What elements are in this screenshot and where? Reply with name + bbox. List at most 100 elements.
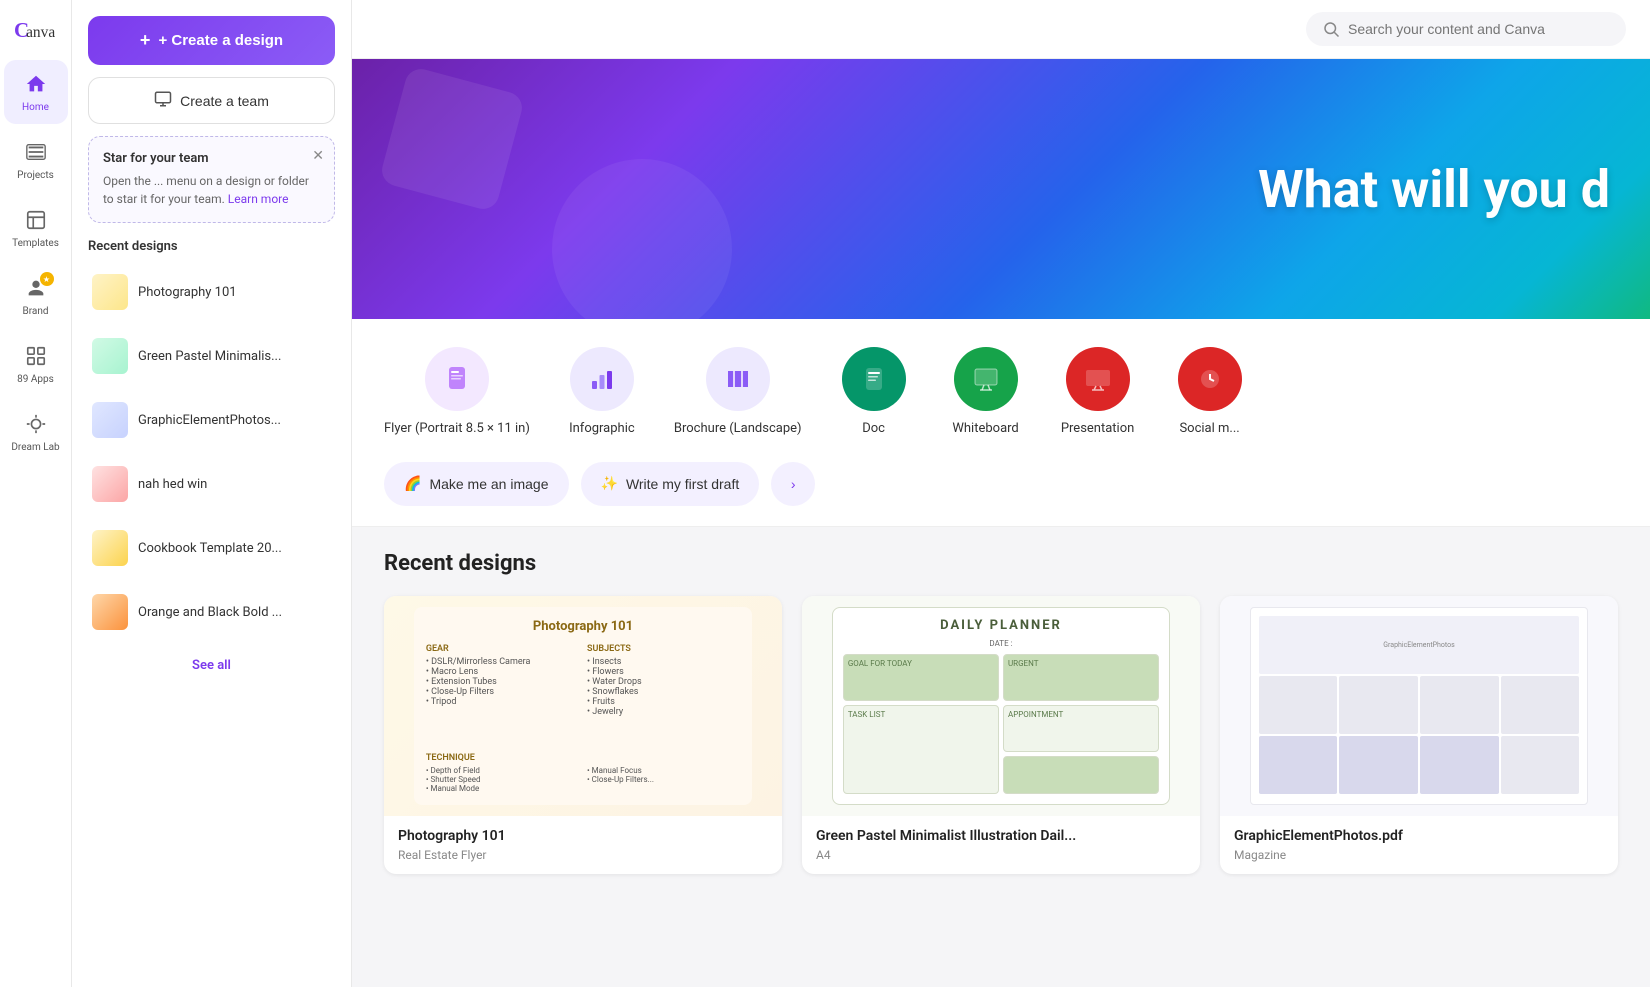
top-bar [352, 0, 1650, 59]
design-type-doc[interactable]: Doc [834, 347, 914, 438]
star-card-text: Open the ... menu on a design or folder … [103, 172, 320, 208]
ai-buttons-row: 🌈 Make me an image ✨ Write my first draf… [352, 454, 1650, 526]
design-card[interactable]: Photography 101 GEAR • DSLR/Mirrorless C… [384, 596, 782, 874]
create-team-button[interactable]: Create a team [88, 77, 335, 124]
social-label: Social m... [1179, 421, 1239, 438]
design-type-infographic[interactable]: Infographic [562, 347, 642, 438]
design-card[interactable]: GraphicElementPhotos [1220, 596, 1618, 874]
sidebar-item-brand-label: Brand [22, 306, 48, 318]
see-all-button[interactable]: See all [88, 650, 335, 681]
search-icon [1322, 20, 1340, 38]
panel-recent-name: Cookbook Template 20... [138, 541, 282, 556]
panel-recent-item[interactable]: Photography 101 [88, 266, 335, 318]
card-thumbnail: DAILY PLANNER DATE : GOAL FOR TODAY URGE… [802, 596, 1200, 816]
hero-banner: What will you d [352, 59, 1650, 319]
design-types-row: Flyer (Portrait 8.5 × 11 in) Infographic… [352, 319, 1650, 454]
sidebar-item-dreamlab[interactable]: Dream Lab [4, 400, 68, 464]
projects-icon [22, 138, 50, 166]
sidebar-item-home-label: Home [22, 102, 49, 114]
write-draft-label: Write my first draft [626, 476, 739, 492]
make-image-button[interactable]: 🌈 Make me an image [384, 462, 569, 506]
write-draft-button[interactable]: ✨ Write my first draft [581, 462, 760, 506]
ai-more-button[interactable]: › [771, 462, 815, 506]
panel-recent-item[interactable]: Green Pastel Minimalis... [88, 330, 335, 382]
card-info: Green Pastel Minimalist Illustration Dai… [802, 816, 1200, 874]
app-logo[interactable]: C anva [12, 12, 60, 48]
sidebar-item-projects-label: Projects [17, 170, 54, 182]
create-design-button[interactable]: + + Create a design [88, 16, 335, 65]
social-icon [1178, 347, 1242, 411]
sidebar-item-projects[interactable]: Projects [4, 128, 68, 192]
recent-designs-section: Recent designs Photography 101 GEAR • DS… [352, 527, 1650, 987]
star-card-close-button[interactable]: ✕ [312, 147, 324, 164]
flyer-icon [425, 347, 489, 411]
apps-icon [22, 342, 50, 370]
star-card-title: Star for your team [103, 151, 320, 166]
sidebar-item-templates-label: Templates [12, 238, 59, 250]
infographic-label: Infographic [569, 421, 635, 438]
whiteboard-label: Whiteboard [952, 421, 1018, 438]
panel-recent-name: nah hed win [138, 477, 207, 492]
panel-recent-thumb [92, 274, 128, 310]
card-subtitle: Real Estate Flyer [398, 848, 768, 862]
panel-recent-thumb [92, 466, 128, 502]
panel-recent-item[interactable]: GraphicElementPhotos... [88, 394, 335, 446]
card-subtitle: A4 [816, 848, 1186, 862]
hero-content: What will you d [352, 59, 1650, 319]
home-icon [22, 70, 50, 98]
card-title: GraphicElementPhotos.pdf [1234, 828, 1604, 844]
panel-recent-name: Photography 101 [138, 285, 237, 300]
card-thumbnail: GraphicElementPhotos [1220, 596, 1618, 816]
brand-star-badge: ★ [40, 272, 54, 286]
design-type-presentation[interactable]: Presentation [1058, 347, 1138, 438]
whiteboard-icon [954, 347, 1018, 411]
design-type-whiteboard[interactable]: Whiteboard [946, 347, 1026, 438]
panel-recent-item[interactable]: nah hed win [88, 458, 335, 510]
dreamlab-icon [22, 410, 50, 438]
top-search-bar[interactable] [1306, 12, 1626, 46]
design-card[interactable]: DAILY PLANNER DATE : GOAL FOR TODAY URGE… [802, 596, 1200, 874]
design-type-flyer[interactable]: Flyer (Portrait 8.5 × 11 in) [384, 347, 530, 438]
sidebar-item-apps-label: 89 Apps [17, 374, 54, 386]
search-input[interactable] [1348, 21, 1610, 37]
card-title: Green Pastel Minimalist Illustration Dai… [816, 828, 1186, 844]
infographic-icon [570, 347, 634, 411]
plus-icon: + [140, 30, 151, 51]
recent-section-title: Recent designs [384, 551, 1618, 576]
card-info: Photography 101 Real Estate Flyer [384, 816, 782, 874]
doc-label: Doc [862, 421, 885, 438]
presentation-icon [1066, 347, 1130, 411]
card-thumbnail: Photography 101 GEAR • DSLR/Mirrorless C… [384, 596, 782, 816]
sidebar-item-dreamlab-label: Dream Lab [11, 442, 59, 454]
panel-recent-item[interactable]: Orange and Black Bold ... [88, 586, 335, 638]
panel-recent-name: GraphicElementPhotos... [138, 413, 281, 428]
card-info: GraphicElementPhotos.pdf Magazine [1220, 816, 1618, 874]
panel-recent-thumb [92, 594, 128, 630]
design-type-brochure[interactable]: Brochure (Landscape) [674, 347, 802, 438]
panel-recent-item[interactable]: Cookbook Template 20... [88, 522, 335, 574]
make-image-label: Make me an image [429, 476, 548, 492]
star-card-learn-more-link[interactable]: Learn more [228, 192, 289, 206]
team-icon [154, 90, 172, 111]
main-panel: + + Create a design Create a team ✕ Star… [72, 0, 352, 987]
content-area: What will you d Flyer (Portrait 8.5 × 11… [352, 0, 1650, 987]
sidebar-item-brand[interactable]: ★ Brand [4, 264, 68, 328]
panel-recent-name: Green Pastel Minimalis... [138, 349, 281, 364]
sidebar-item-home[interactable]: Home [4, 60, 68, 124]
card-title: Photography 101 [398, 828, 768, 844]
panel-recent-name: Orange and Black Bold ... [138, 605, 282, 620]
rainbow-icon: 🌈 [404, 475, 421, 492]
sidebar-item-templates[interactable]: Templates [4, 196, 68, 260]
presentation-label: Presentation [1061, 421, 1135, 438]
doc-icon [842, 347, 906, 411]
card-subtitle: Magazine [1234, 848, 1604, 862]
design-type-social[interactable]: Social m... [1170, 347, 1250, 438]
chevron-right-icon: › [791, 476, 796, 492]
card-preview: GraphicElementPhotos [1250, 607, 1588, 805]
sidebar-item-apps[interactable]: 89 Apps [4, 332, 68, 396]
templates-icon [22, 206, 50, 234]
brand-icon: ★ [22, 274, 50, 302]
flyer-label: Flyer (Portrait 8.5 × 11 in) [384, 421, 530, 438]
star-card: ✕ Star for your team Open the ... menu o… [88, 136, 335, 223]
hero-title: What will you d [1258, 159, 1610, 220]
